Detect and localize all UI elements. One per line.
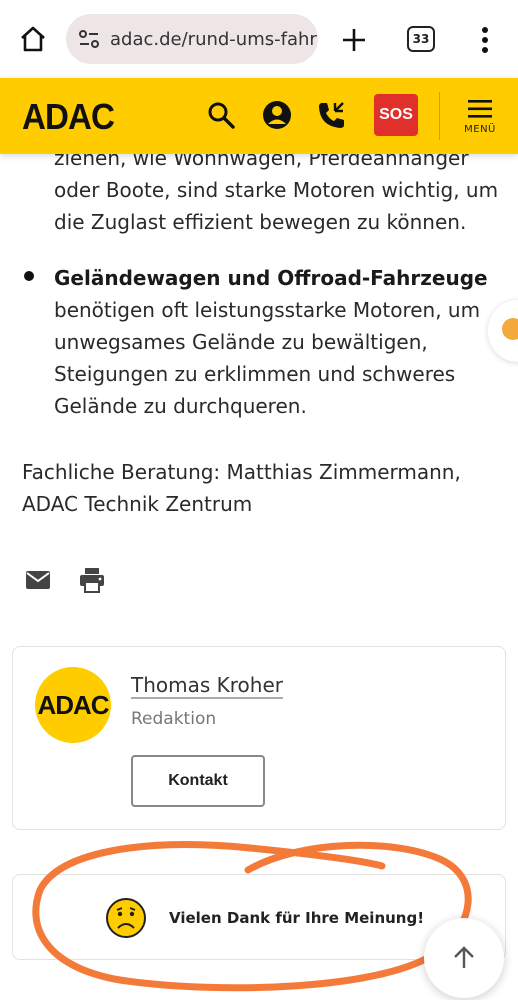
account-icon[interactable] xyxy=(262,100,292,130)
phone-icon[interactable] xyxy=(316,100,346,130)
home-icon[interactable] xyxy=(18,24,48,54)
arrow-up-icon xyxy=(454,946,474,968)
site-settings-icon[interactable] xyxy=(78,28,100,50)
feedback-message: Vielen Dank für Ihre Meinung! xyxy=(169,909,425,927)
mail-icon[interactable] xyxy=(24,566,52,594)
site-header: ADAC SOS MENÜ xyxy=(0,78,518,154)
avatar: ADAC xyxy=(35,667,111,743)
article-paragraph: ziehen, wie Wohnwagen, Pferdeanhänger od… xyxy=(54,146,499,234)
scroll-to-top-button[interactable] xyxy=(424,918,504,998)
sos-button[interactable]: SOS xyxy=(374,94,418,136)
bullet-item: Geländewagen und Offroad-Fahrzeuge benöt… xyxy=(54,262,494,422)
tab-switcher-button[interactable]: 33 xyxy=(407,26,435,52)
menu-button[interactable]: MENÜ xyxy=(458,96,502,140)
new-tab-icon[interactable] xyxy=(338,24,370,56)
print-icon[interactable] xyxy=(78,566,106,594)
tab-count: 33 xyxy=(412,32,430,46)
header-divider xyxy=(439,92,440,140)
bullet-marker xyxy=(24,271,34,281)
author-role: Redaktion xyxy=(131,709,217,729)
more-options-icon[interactable] xyxy=(474,24,496,56)
bullet-title: Geländewagen und Offroad-Fahrzeuge xyxy=(54,266,488,290)
search-icon[interactable] xyxy=(206,100,236,130)
hamburger-icon xyxy=(468,100,492,118)
author-name-link[interactable]: Thomas Kroher xyxy=(131,673,283,697)
side-tab-icon xyxy=(502,318,518,340)
contact-button[interactable]: Kontakt xyxy=(131,755,265,807)
avatar-logo-text: ADAC xyxy=(37,689,109,720)
author-card: ADAC Thomas Kroher Redaktion Kontakt xyxy=(12,646,506,830)
url-text[interactable]: adac.de/rund-ums-fahr xyxy=(110,29,317,50)
bullet-body: benötigen oft leistungsstarke Motoren, u… xyxy=(54,298,481,418)
adac-logo[interactable]: ADAC xyxy=(22,96,115,138)
expert-advice: Fachliche Beratung: Matthias Zimmermann,… xyxy=(22,460,461,516)
address-bar[interactable]: adac.de/rund-ums-fahr xyxy=(66,14,318,64)
sad-face-icon xyxy=(106,898,146,938)
menu-label: MENÜ xyxy=(464,124,496,135)
browser-toolbar: adac.de/rund-ums-fahr 33 xyxy=(0,0,518,78)
